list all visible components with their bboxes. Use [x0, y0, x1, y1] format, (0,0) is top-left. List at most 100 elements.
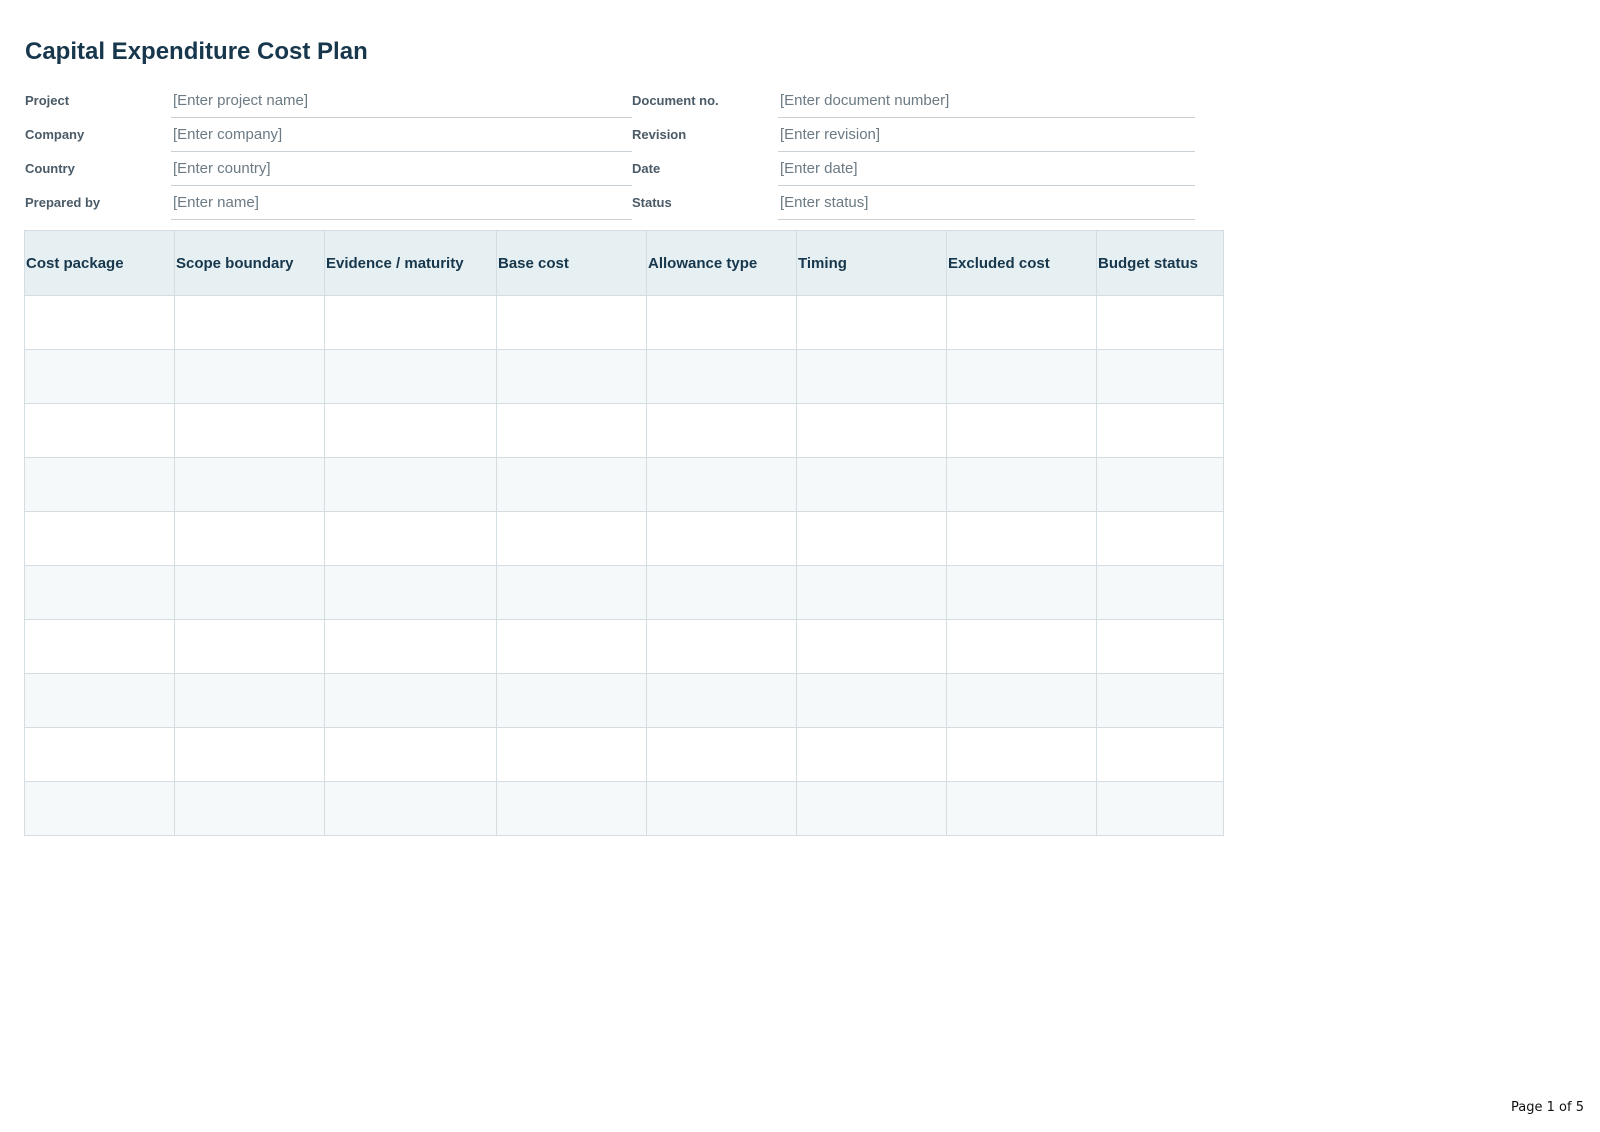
table-cell[interactable]	[496, 781, 647, 836]
prepared-by-label: Prepared by	[25, 195, 101, 210]
table-cell[interactable]	[946, 295, 1097, 350]
table-cell[interactable]	[24, 403, 175, 458]
table-row	[24, 727, 1224, 782]
revision-field[interactable]: [Enter revision]	[778, 117, 1195, 152]
table-cell[interactable]	[646, 511, 797, 566]
table-cell[interactable]	[946, 349, 1097, 404]
table-cell[interactable]	[324, 349, 497, 404]
table-cell[interactable]	[174, 457, 325, 512]
table-cell[interactable]	[1096, 403, 1224, 458]
table-cell[interactable]	[646, 619, 797, 674]
table-cell[interactable]	[496, 457, 647, 512]
table-cell[interactable]	[324, 565, 497, 620]
table-cell[interactable]	[646, 673, 797, 728]
table-row	[24, 457, 1224, 512]
table-cell[interactable]	[174, 565, 325, 620]
table-cell[interactable]	[1096, 295, 1224, 350]
table-cell[interactable]	[24, 511, 175, 566]
table-cell[interactable]	[496, 349, 647, 404]
company-field[interactable]: [Enter company]	[171, 117, 632, 152]
table-cell[interactable]	[24, 727, 175, 782]
document-number-field[interactable]: [Enter document number]	[778, 84, 1195, 118]
info-row-project: Project [Enter project name] Document no…	[25, 84, 1223, 118]
table-cell[interactable]	[496, 673, 647, 728]
table-cell[interactable]	[496, 727, 647, 782]
status-field[interactable]: [Enter status]	[778, 185, 1195, 220]
table-cell[interactable]	[946, 511, 1097, 566]
table-cell[interactable]	[174, 727, 325, 782]
revision-label: Revision	[632, 127, 687, 142]
table-cell[interactable]	[496, 511, 647, 566]
table-cell[interactable]	[946, 781, 1097, 836]
table-cell[interactable]	[1096, 781, 1224, 836]
table-cell[interactable]	[496, 295, 647, 350]
table-cell[interactable]	[496, 403, 647, 458]
table-cell[interactable]	[796, 727, 947, 782]
table-cell[interactable]	[796, 673, 947, 728]
table-cell[interactable]	[796, 457, 947, 512]
table-cell[interactable]	[1096, 673, 1224, 728]
table-cell[interactable]	[24, 673, 175, 728]
table-cell[interactable]	[496, 565, 647, 620]
table-cell[interactable]	[796, 781, 947, 836]
info-spacer	[1195, 84, 1223, 118]
date-field[interactable]: [Enter date]	[778, 151, 1195, 186]
document-number-label: Document no.	[632, 93, 719, 109]
table-cell[interactable]	[646, 457, 797, 512]
table-cell[interactable]	[324, 403, 497, 458]
prepared-by-field[interactable]: [Enter name]	[171, 185, 632, 220]
table-cell[interactable]	[24, 349, 175, 404]
table-cell[interactable]	[1096, 727, 1224, 782]
info-row-prepared-by: Prepared by [Enter name] Status [Enter s…	[25, 185, 1223, 220]
table-cell[interactable]	[174, 511, 325, 566]
table-cell[interactable]	[796, 565, 947, 620]
table-cell[interactable]	[24, 565, 175, 620]
table-cell[interactable]	[796, 511, 947, 566]
table-cell[interactable]	[946, 565, 1097, 620]
table-cell[interactable]	[174, 295, 325, 350]
table-cell[interactable]	[946, 403, 1097, 458]
table-cell[interactable]	[646, 295, 797, 350]
table-cell[interactable]	[646, 403, 797, 458]
table-cell[interactable]	[1096, 565, 1224, 620]
table-cell[interactable]	[174, 673, 325, 728]
table-cell[interactable]	[174, 349, 325, 404]
table-cell[interactable]	[796, 403, 947, 458]
table-cell[interactable]	[24, 295, 175, 350]
table-row	[24, 673, 1224, 728]
table-cell[interactable]	[946, 727, 1097, 782]
table-cell[interactable]	[174, 619, 325, 674]
table-cell[interactable]	[1096, 619, 1224, 674]
table-cell[interactable]	[24, 619, 175, 674]
table-cell[interactable]	[324, 457, 497, 512]
table-cell[interactable]	[324, 673, 497, 728]
column-header-cost-package: Cost package	[24, 230, 175, 296]
table-cell[interactable]	[796, 349, 947, 404]
table-cell[interactable]	[24, 781, 175, 836]
table-cell[interactable]	[174, 781, 325, 836]
project-field[interactable]: [Enter project name]	[171, 84, 632, 118]
table-cell[interactable]	[646, 781, 797, 836]
table-cell[interactable]	[174, 403, 325, 458]
table-cell[interactable]	[946, 619, 1097, 674]
table-cell[interactable]	[946, 457, 1097, 512]
table-cell[interactable]	[646, 565, 797, 620]
table-cell[interactable]	[1096, 349, 1224, 404]
table-body	[24, 295, 1224, 836]
table-cell[interactable]	[324, 781, 497, 836]
country-field[interactable]: [Enter country]	[171, 151, 632, 186]
table-cell[interactable]	[646, 349, 797, 404]
table-cell[interactable]	[324, 727, 497, 782]
table-cell[interactable]	[324, 511, 497, 566]
info-spacer	[1195, 118, 1223, 152]
table-cell[interactable]	[946, 673, 1097, 728]
table-cell[interactable]	[796, 295, 947, 350]
table-cell[interactable]	[24, 457, 175, 512]
table-cell[interactable]	[646, 727, 797, 782]
table-cell[interactable]	[796, 619, 947, 674]
table-cell[interactable]	[1096, 457, 1224, 512]
table-cell[interactable]	[324, 619, 497, 674]
table-cell[interactable]	[324, 295, 497, 350]
table-cell[interactable]	[496, 619, 647, 674]
table-cell[interactable]	[1096, 511, 1224, 566]
